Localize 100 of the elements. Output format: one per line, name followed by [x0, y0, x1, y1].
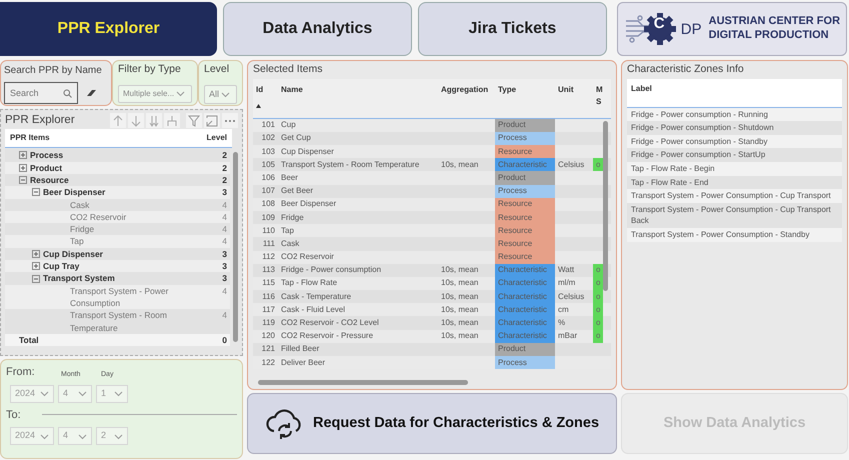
name-cell-text: Transport System - Room Temperature — [280, 158, 420, 171]
type-cell: Resource — [495, 224, 555, 238]
type-dropdown[interactable]: Multiple sele... — [118, 84, 192, 103]
sort-ascending-icon — [256, 104, 261, 108]
filter-title: Search PPR by Name — [4, 64, 102, 77]
nav-tab[interactable]: PPR Explorer — [0, 2, 218, 56]
scrollbar[interactable] — [603, 121, 608, 291]
tree-item-label[interactable]: Beer Dispenser — [43, 186, 106, 198]
panel-title: Characteristic Zones Info — [627, 63, 745, 77]
name-cell-text: Cup — [280, 119, 297, 132]
day-dropdown[interactable]: 2 — [96, 427, 128, 445]
double-arrow-down-icon[interactable] — [146, 113, 162, 128]
type-cell: Process — [495, 132, 555, 146]
tree-item-label[interactable]: Tap — [70, 235, 84, 248]
month-dropdown[interactable]: 4 — [58, 427, 92, 445]
expand-icon[interactable] — [19, 164, 27, 172]
type-cell: Resource — [495, 198, 555, 211]
level-value: 4 — [221, 210, 228, 224]
id-cell-text: 113 — [261, 264, 276, 276]
name-cell-text: Beer — [280, 172, 299, 184]
collapse-icon[interactable] — [32, 274, 40, 283]
id-cell-text: 112 — [261, 251, 276, 264]
logo-text: DIGITAL PRODUCTION — [708, 29, 830, 43]
year-dropdown[interactable]: 2024 — [10, 427, 54, 445]
name-cell-text: Cask — [280, 238, 300, 250]
column-header: Name — [281, 84, 303, 96]
column-header: PPR Items — [10, 132, 51, 144]
tree-item-label[interactable]: Product — [30, 162, 62, 174]
level-dropdown[interactable]: All — [204, 84, 237, 104]
expand-icon[interactable] — [32, 250, 40, 258]
chevron-down-icon — [40, 432, 49, 440]
chevron-down-icon — [221, 90, 230, 98]
tree-item-label[interactable]: CO2 Reservoir — [70, 210, 126, 224]
hierarchy-icon[interactable] — [164, 113, 180, 128]
tree-item-label[interactable]: Fridge — [70, 223, 94, 236]
focus-mode-icon[interactable] — [204, 113, 220, 128]
level-value: 4 — [221, 235, 228, 248]
type-cell: Resource — [495, 210, 555, 224]
expand-icon[interactable] — [32, 262, 40, 270]
eraser-icon[interactable] — [86, 89, 97, 97]
day-dropdown[interactable]: 1 — [96, 384, 128, 402]
logo-text: AUSTRIAN CENTER FOR — [708, 15, 840, 29]
filter-title: Filter by Type — [118, 63, 182, 77]
tree-item-label[interactable]: Transport System - Room Temperature — [70, 309, 202, 334]
filter-icon[interactable] — [186, 113, 202, 128]
tree-item-label[interactable]: Process — [30, 149, 64, 162]
request-data-button[interactable]: Request Data for Characteristics & Zones — [247, 393, 617, 454]
id-cell-text: 101 — [260, 119, 276, 132]
zone-label: Transport System - Power Consumption - Standby — [627, 228, 842, 242]
tree-item-label[interactable]: Transport System - Power Consumption — [70, 284, 202, 310]
column-header: Aggregation — [441, 84, 488, 96]
type-cell: Product — [495, 171, 555, 185]
id-cell-text: 110 — [261, 224, 276, 237]
year-dropdown[interactable]: 2024 — [10, 384, 54, 402]
scrollbar[interactable] — [258, 380, 468, 385]
collapse-icon[interactable] — [32, 188, 40, 196]
expand-icon[interactable] — [19, 151, 27, 160]
aggregation-cell: 10s, mean — [441, 317, 478, 330]
tree-item-label[interactable]: Cask — [70, 198, 90, 211]
tree-item-label[interactable]: Cup Dispenser — [43, 248, 103, 260]
search-field[interactable]: Search — [4, 82, 78, 104]
name-cell-text: Deliver Beer — [280, 356, 326, 369]
type-cell: Characteristic — [495, 290, 555, 304]
more-options-icon[interactable] — [222, 113, 238, 128]
id-cell-text: 106 — [260, 172, 276, 184]
chevron-down-icon — [78, 390, 87, 397]
collapse-icon[interactable] — [19, 176, 27, 184]
logo-letter: C — [654, 16, 665, 31]
tree-item-label[interactable]: Transport System — [43, 272, 115, 285]
id-cell-text: 105 — [260, 158, 276, 171]
nav-tab[interactable]: Data Analytics — [223, 2, 412, 56]
tree-item-label[interactable]: Resource — [30, 174, 69, 186]
arrow-up-icon[interactable] — [110, 113, 126, 128]
level-value: 4 — [221, 223, 228, 236]
type-cell: Product — [495, 118, 555, 132]
column-header: Label — [631, 84, 652, 93]
scrollbar[interactable] — [233, 152, 238, 342]
type-cell: Product — [495, 342, 555, 356]
panel-title: Selected Items — [253, 63, 324, 77]
arrow-down-icon[interactable] — [128, 113, 144, 128]
tree-item-label[interactable]: Cup Tray — [43, 260, 80, 272]
zone-label: Tap - Flow Rate - Begin — [627, 162, 842, 176]
id-cell-text: 117 — [261, 304, 276, 316]
type-cell: Characteristic — [495, 303, 555, 316]
logo-letters: DP — [680, 22, 702, 36]
unit-cell: Celsius — [558, 158, 584, 171]
date-label: To: — [6, 408, 22, 422]
column-header: Level — [206, 132, 227, 144]
zone-label: Fridge - Power consumption - Running — [627, 108, 842, 122]
month-dropdown[interactable]: 4 — [58, 384, 92, 402]
status-cell: o — [596, 330, 600, 342]
chevron-down-icon — [114, 390, 123, 397]
level-value: 3 — [221, 260, 228, 272]
id-cell-text: 116 — [261, 290, 276, 303]
name-cell-text: Get Cup — [280, 132, 312, 144]
chevron-down-icon — [78, 432, 87, 440]
nav-tab[interactable]: Jira Tickets — [418, 2, 607, 56]
unit-cell: Watt — [558, 264, 574, 276]
level-value: 4 — [221, 284, 228, 297]
id-cell-text: 103 — [260, 146, 276, 158]
